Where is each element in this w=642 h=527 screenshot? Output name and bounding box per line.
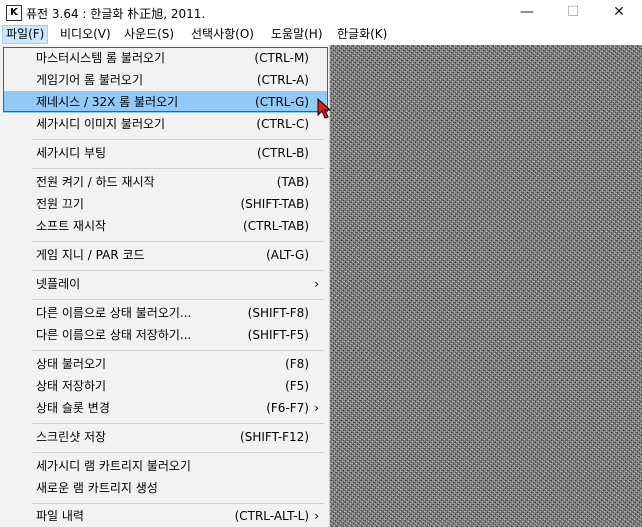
menu-item-shortcut: (CTRL-A) [256,73,309,87]
menu-item-file-history[interactable]: 파일 내력 (CTRL-ALT-L) › [3,505,327,527]
menu-item-label: 다른 이름으로 상태 저장하기... [36,328,192,342]
menu-korean[interactable]: 한글화(K) [334,25,390,44]
menu-item-label: 게임 지니 / PAR 코드 [36,248,145,262]
menu-item-shortcut: (F5) [285,379,309,393]
menu-item-shortcut: (CTRL-TAB) [243,219,309,233]
menu-separator [32,241,324,242]
menu-separator [32,423,324,424]
menu-item-shortcut: (F8) [285,357,309,371]
menu-item-game-genie[interactable]: 게임 지니 / PAR 코드 (ALT-G) [3,244,327,266]
menu-item-shortcut: (CTRL-M) [254,51,309,65]
menu-item-load-genesis[interactable]: 제네시스 / 32X 롬 불러오기 (CTRL-G) [3,91,327,113]
menu-item-label: 다른 이름으로 상태 불러오기... [36,306,192,320]
menu-separator [32,270,324,271]
menu-item-label: 스크린샷 저장 [36,430,107,444]
menu-item-screenshot[interactable]: 스크린샷 저장 (SHIFT-F12) [3,426,327,448]
menu-video[interactable]: 비디오(V) [57,25,114,44]
menu-item-load-segacd-image[interactable]: 세가시디 이미지 불러오기 (CTRL-C) [3,113,327,135]
menu-item-shortcut: (SHIFT-F12) [240,430,309,444]
menu-item-load-state-as[interactable]: 다른 이름으로 상태 불러오기... (SHIFT-F8) [3,302,327,324]
title-bar: K 퓨전 3.64 : 한글화 朴正旭, 2011. — ☐ ✕ [0,0,642,25]
menu-item-shortcut: (CTRL-G) [255,95,309,109]
menu-separator [32,350,324,351]
menu-item-shortcut: (SHIFT-F8) [247,306,309,320]
menu-item-shortcut: (CTRL-C) [256,117,309,131]
menu-options[interactable]: 선택사항(O) [188,25,257,44]
menu-item-label: 상태 불러오기 [36,357,107,371]
mouse-cursor-icon [317,98,331,119]
minimize-button[interactable]: — [504,0,550,25]
submenu-arrow-icon: › [314,277,319,291]
menu-file[interactable]: 파일(F) [2,25,49,44]
menu-item-label: 세가시디 램 카트리지 불러오기 [36,459,191,473]
submenu-arrow-icon: › [314,509,319,523]
menu-item-load-ram-cart[interactable]: 세가시디 램 카트리지 불러오기 [3,455,327,477]
menu-item-save-state[interactable]: 상태 저장하기 (F5) [3,375,327,397]
menu-item-label: 세가시디 이미지 불러오기 [36,117,166,131]
menu-item-new-ram-cart[interactable]: 새로운 램 카트리지 생성 [3,477,327,499]
menu-item-label: 상태 저장하기 [36,379,107,393]
file-dropdown-menu: 마스터시스템 롬 불러오기 (CTRL-M) 게임기어 롬 불러오기 (CTRL… [0,45,330,527]
menu-item-soft-reset[interactable]: 소프트 재시작 (CTRL-TAB) [3,215,327,237]
menu-item-boot-segacd[interactable]: 세가시디 부팅 (CTRL-B) [3,142,327,164]
menu-item-label: 상태 슬롯 변경 [36,401,110,415]
menu-item-label: 전원 끄기 [36,197,84,211]
menu-item-shortcut: (F6-F7) [266,401,309,415]
menu-separator [32,139,324,140]
menu-item-shortcut: (CTRL-ALT-L) [234,509,309,523]
menu-item-label: 전원 켜기 / 하드 재시작 [36,175,155,189]
menu-item-shortcut: (SHIFT-F5) [247,328,309,342]
window-title: 퓨전 3.64 : 한글화 朴正旭, 2011. [26,7,206,21]
submenu-arrow-icon: › [314,401,319,415]
emulator-screen [330,45,642,527]
menu-separator [32,452,324,453]
menu-item-shortcut: (ALT-G) [266,248,309,262]
menu-item-power-on[interactable]: 전원 켜기 / 하드 재시작 (TAB) [3,171,327,193]
menu-separator [32,168,324,169]
menu-item-label: 소프트 재시작 [36,219,107,233]
menu-item-label: 제네시스 / 32X 롬 불러오기 [36,95,179,109]
menu-item-label: 세가시디 부팅 [36,146,107,160]
app-icon[interactable]: K [6,5,22,21]
close-button[interactable]: ✕ [596,0,642,25]
menu-bar: 파일(F) 비디오(V) 사운드(S) 선택사항(O) 도움말(H) 한글화(K… [0,25,642,45]
maximize-button[interactable]: ☐ [550,0,596,25]
menu-item-load-mastersystem[interactable]: 마스터시스템 롬 불러오기 (CTRL-M) [3,47,327,69]
menu-item-save-state-as[interactable]: 다른 이름으로 상태 저장하기... (SHIFT-F5) [3,324,327,346]
menu-item-load-gamegear[interactable]: 게임기어 롬 불러오기 (CTRL-A) [3,69,327,91]
menu-item-shortcut: (CTRL-B) [256,146,309,160]
menu-separator [32,299,324,300]
menu-item-load-state[interactable]: 상태 불러오기 (F8) [3,353,327,375]
menu-sound[interactable]: 사운드(S) [121,25,177,44]
menu-item-label: 마스터시스템 롬 불러오기 [36,51,166,65]
menu-item-shortcut: (TAB) [276,175,309,189]
menu-item-shortcut: (SHIFT-TAB) [240,197,309,211]
menu-item-label: 게임기어 롬 불러오기 [36,73,143,87]
menu-item-label: 새로운 램 카트리지 생성 [36,481,158,495]
menu-separator [32,503,324,504]
menu-item-label: 파일 내력 [36,509,84,523]
menu-item-label: 넷플레이 [36,277,81,291]
menu-item-change-state-slot[interactable]: 상태 슬롯 변경 (F6-F7) › [3,397,327,419]
menu-help[interactable]: 도움말(H) [268,25,326,44]
menu-item-power-off[interactable]: 전원 끄기 (SHIFT-TAB) [3,193,327,215]
menu-item-netplay[interactable]: 넷플레이 › [3,273,327,295]
